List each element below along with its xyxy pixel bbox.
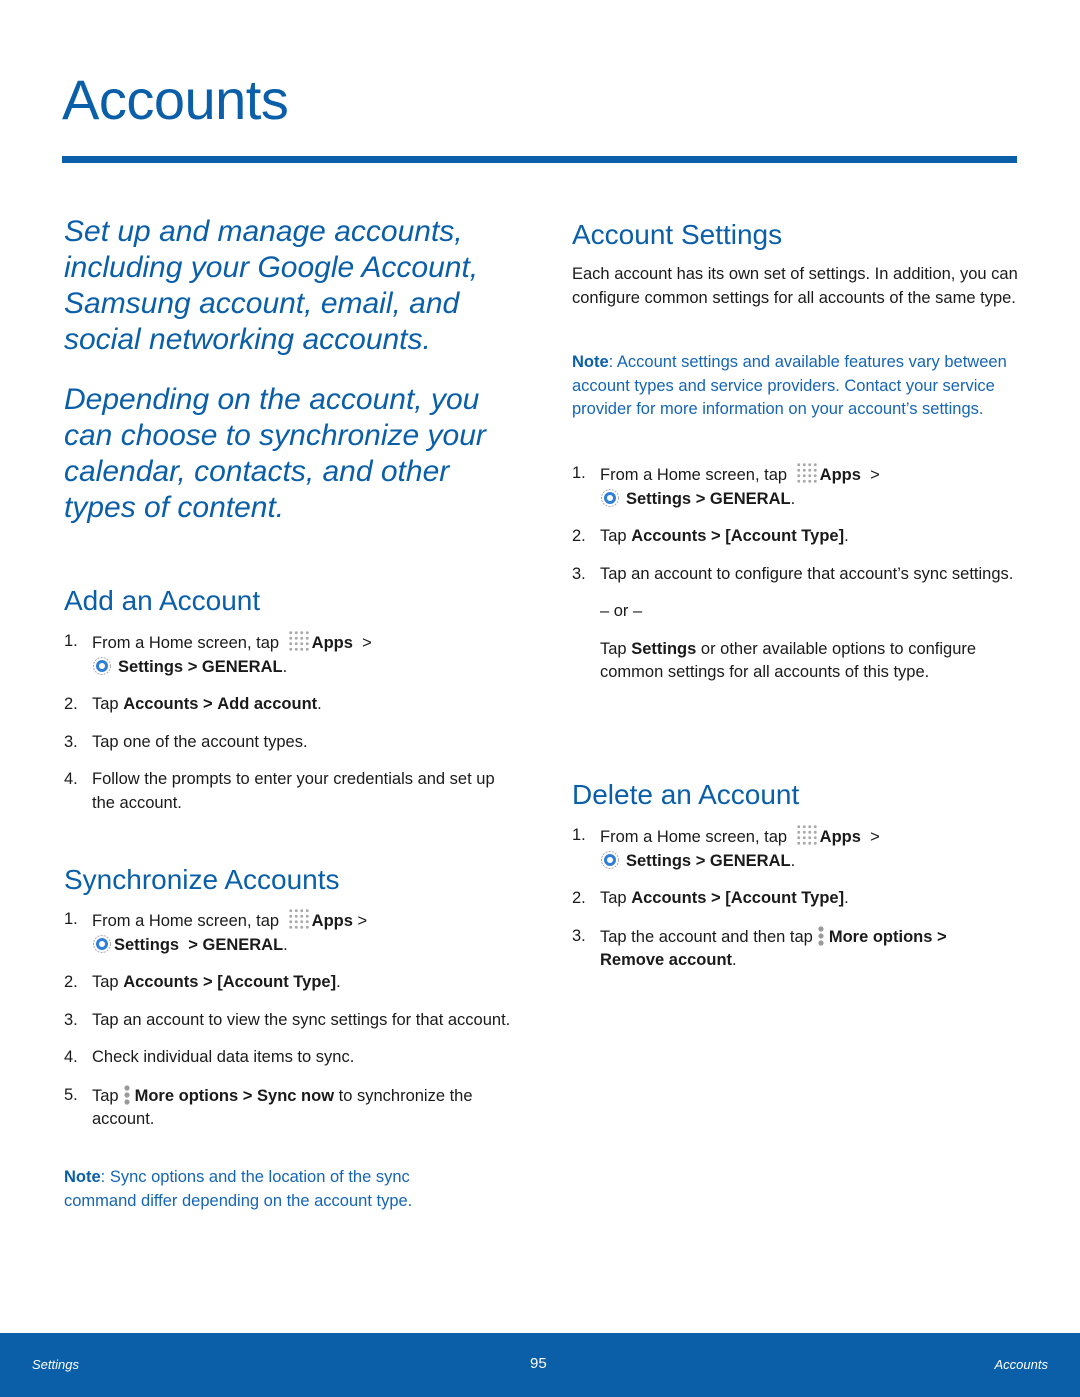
alternative-step: Tap Settings or other available options … xyxy=(600,639,977,682)
settings-gear-icon xyxy=(600,488,620,508)
page-footer: Settings 95 Accounts xyxy=(0,1333,1080,1397)
settings-gear-icon xyxy=(600,850,620,870)
or-separator: – or – xyxy=(600,602,643,620)
sync-accounts-steps: 1. From a Home screen, tap Apps > Settin… xyxy=(64,908,514,1146)
step: 1. From a Home screen, tap Apps > Settin… xyxy=(64,908,368,954)
page-number: 95 xyxy=(530,1355,547,1372)
step: 2. Tap Accounts > [Account Type]. xyxy=(572,527,849,545)
add-account-heading: Add an Account xyxy=(64,585,261,616)
account-settings-steps: 1. From a Home screen, tap Apps > Settin… xyxy=(572,462,1022,699)
step: 2. Tap Accounts > [Account Type]. xyxy=(572,889,849,907)
settings-gear-icon xyxy=(92,656,112,676)
apps-grid-icon xyxy=(795,824,818,846)
step: 3. Tap an account to configure that acco… xyxy=(572,563,1022,685)
apps-grid-icon xyxy=(795,462,818,484)
footer-chapter-label: Accounts xyxy=(994,1357,1048,1372)
step: 3. Tap an account to view the sync setti… xyxy=(64,1010,511,1029)
intro-paragraph-1: Set up and manage accounts, including yo… xyxy=(64,215,479,356)
footer-section-label: Settings xyxy=(32,1357,79,1372)
step: 3. Tap one of the account types. xyxy=(64,732,308,751)
step: 4. Follow the prompts to enter your cred… xyxy=(64,770,495,812)
step: 2. Tap Accounts > Add account. xyxy=(64,695,322,713)
add-account-steps: 1. From a Home screen, tap Apps > Settin… xyxy=(64,630,514,829)
apps-grid-icon xyxy=(287,630,310,652)
title-rule xyxy=(62,156,1017,163)
sync-accounts-heading: Synchronize Accounts xyxy=(64,864,340,895)
more-options-icon xyxy=(123,1084,131,1106)
step: 4. Check individual data items to sync. xyxy=(64,1048,355,1066)
sync-note: Note: Sync options and the location of t… xyxy=(64,1168,413,1210)
account-settings-note: Note: Account settings and available fea… xyxy=(572,353,1007,418)
step: 1. From a Home screen, tap Apps > Settin… xyxy=(64,630,372,676)
delete-account-heading: Delete an Account xyxy=(572,779,800,810)
account-settings-intro: Each account has its own set of settings… xyxy=(572,265,1018,307)
step: 2. Tap Accounts > [Account Type]. xyxy=(64,973,341,991)
delete-account-steps: 1. From a Home screen, tap Apps > Settin… xyxy=(572,824,1022,987)
settings-gear-icon xyxy=(92,934,112,954)
apps-grid-icon xyxy=(287,908,310,930)
page-title: Accounts xyxy=(62,68,289,131)
more-options-icon xyxy=(817,925,825,947)
step: 3. Tap the account and then tap More opti… xyxy=(572,925,947,969)
step: 1. From a Home screen, tap Apps > Settin… xyxy=(572,462,880,508)
account-settings-heading: Account Settings xyxy=(572,219,783,250)
intro-paragraph-2: Depending on the account, you can choose… xyxy=(64,383,486,524)
step: 1. From a Home screen, tap Apps > Settin… xyxy=(572,824,880,870)
step: 5. Tap More options > Sync now to synchro… xyxy=(64,1084,473,1128)
